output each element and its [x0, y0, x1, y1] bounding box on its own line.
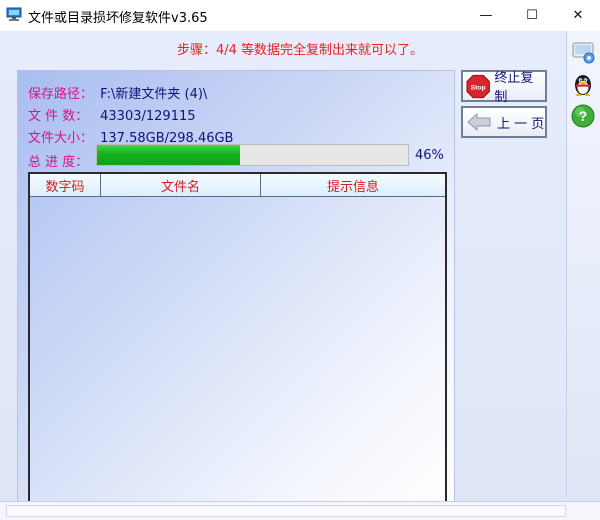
right-sidebar: ? [566, 31, 600, 497]
minimize-button[interactable]: — [463, 0, 509, 31]
stop-copy-button[interactable]: Stop 终止复制 [461, 70, 547, 105]
step-status-text: 步骤：4/4 等数据完全复制出来就可以了。 [176, 43, 424, 58]
settings-icon[interactable] [570, 39, 596, 65]
help-glyph: ? [579, 108, 588, 124]
status-bar [0, 501, 600, 520]
stop-sign-icon: Stop [466, 74, 490, 98]
column-header-filename[interactable]: 文件名 [101, 174, 261, 196]
total-progress-bar [96, 144, 409, 166]
file-count-row: 文 件 数： 43303/129115 [28, 105, 196, 124]
maximize-icon: ☐ [526, 8, 538, 23]
save-path-value: F:\新建文件夹 (4)\ [100, 87, 208, 102]
table-header: 数字码 文件名 提示信息 [30, 174, 445, 197]
file-list-table[interactable]: 数字码 文件名 提示信息 [28, 172, 447, 504]
column-header-code[interactable]: 数字码 [30, 174, 101, 196]
status-segment [6, 505, 566, 517]
save-path-row: 保存路径： F:\新建文件夹 (4)\ [28, 83, 207, 102]
window-title: 文件或目录损坏修复软件v3.65 [28, 11, 208, 26]
column-header-message[interactable]: 提示信息 [261, 174, 445, 196]
app-monitor-icon [6, 7, 22, 21]
previous-page-label: 上 一 页 [497, 116, 545, 132]
arrow-left-icon [467, 113, 491, 131]
file-count-value: 43303/129115 [100, 109, 196, 124]
help-icon[interactable]: ? [570, 103, 596, 129]
maximize-button[interactable]: ☐ [509, 0, 555, 31]
stop-icon-text: Stop [471, 84, 486, 91]
save-path-label: 保存路径： [28, 87, 94, 102]
title-bar: 文件或目录损坏修复软件v3.65 — ☐ ✕ [0, 0, 600, 31]
close-button[interactable]: ✕ [555, 0, 600, 31]
file-size-label: 文件大小： [28, 131, 94, 146]
close-icon: ✕ [572, 8, 584, 23]
previous-page-button[interactable]: 上 一 页 [461, 106, 547, 138]
copy-progress-panel: 保存路径： F:\新建文件夹 (4)\ 文 件 数： 43303/129115 … [17, 70, 455, 511]
total-progress-label: 总 进 度： [28, 155, 89, 170]
client-area: 步骤：4/4 等数据完全复制出来就可以了。 保存路径： F:\新建文件夹 (4)… [0, 31, 600, 520]
minimize-icon: — [479, 8, 493, 23]
qq-penguin-icon[interactable] [570, 71, 596, 97]
file-count-label: 文 件 数： [28, 109, 89, 124]
progress-percent: 46% [415, 148, 444, 163]
progress-fill [97, 145, 241, 165]
stop-copy-label: 终止复制 [494, 71, 534, 105]
